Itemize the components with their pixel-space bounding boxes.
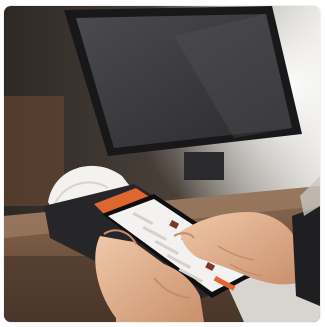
image-frame: [0, 0, 325, 327]
sleeve: [292, 206, 320, 306]
pos-terminal-scene: [4, 6, 320, 322]
pos-photo: [4, 6, 320, 322]
